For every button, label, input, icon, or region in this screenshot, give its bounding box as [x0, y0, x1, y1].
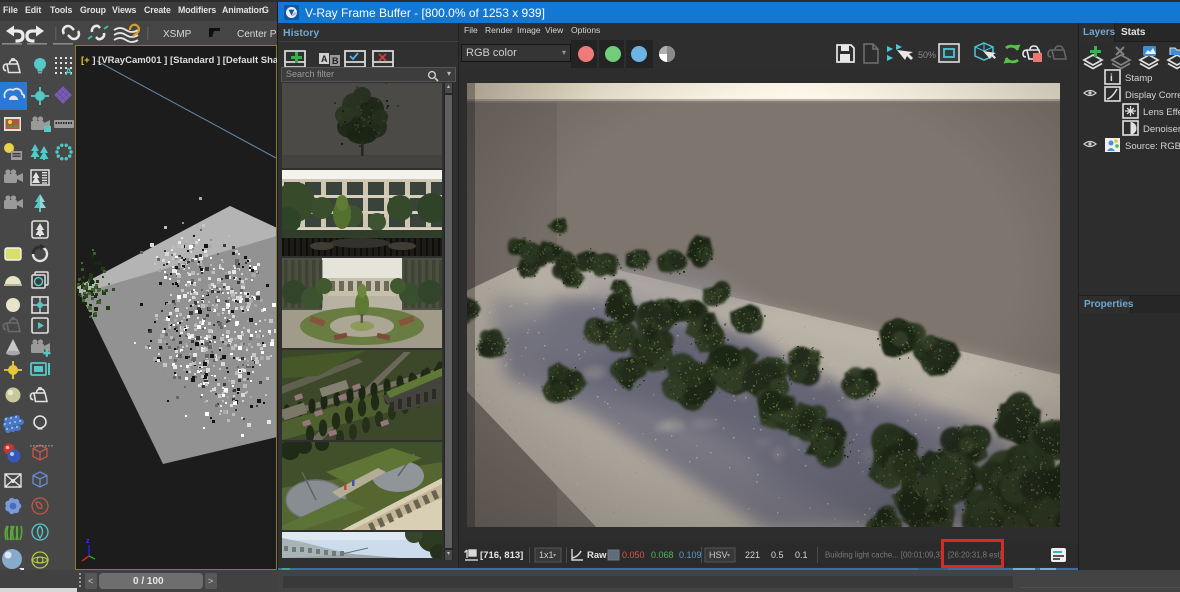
svg-text:0.050: 0.050 [622, 550, 645, 560]
svg-text:50%: 50% [918, 50, 936, 60]
svg-text:Lens Effect: Lens Effect [1143, 107, 1180, 118]
svg-text:0.068: 0.068 [651, 550, 674, 560]
svg-text:221: 221 [745, 550, 760, 560]
svg-text:0 / 100: 0 / 100 [133, 576, 164, 587]
svg-text:1x1: 1x1 [539, 550, 554, 560]
svg-text:Display Correctio: Display Correctio [1125, 90, 1180, 101]
svg-text:z: z [86, 538, 90, 545]
svg-text:0.109: 0.109 [679, 550, 702, 560]
svg-text:<: < [88, 576, 93, 586]
svg-text:Stamp: Stamp [1125, 73, 1152, 84]
svg-text:Building light cache... [00:01: Building light cache... [00:01:09,3] [825, 551, 942, 560]
svg-text:▾: ▾ [727, 553, 730, 559]
svg-text:Source: RGB: Source: RGB [1125, 141, 1180, 152]
svg-text:0.1: 0.1 [795, 550, 808, 560]
svg-text:>: > [208, 576, 213, 586]
svg-text:Center Pivo: Center Pivo [237, 29, 277, 40]
svg-text:A: A [65, 67, 72, 78]
svg-text:Denoiser:: Denoiser: [1143, 124, 1180, 135]
svg-text:XSMP: XSMP [163, 29, 192, 40]
svg-text:i: i [1110, 73, 1113, 84]
svg-text:0.5: 0.5 [771, 550, 784, 560]
svg-text:B: B [332, 56, 339, 66]
svg-text:[716, 813]: [716, 813] [480, 550, 523, 561]
svg-text:Raw: Raw [587, 550, 607, 561]
svg-text:A: A [321, 54, 328, 64]
svg-text:HSV: HSV [709, 550, 728, 560]
svg-text:▾: ▾ [553, 553, 556, 559]
